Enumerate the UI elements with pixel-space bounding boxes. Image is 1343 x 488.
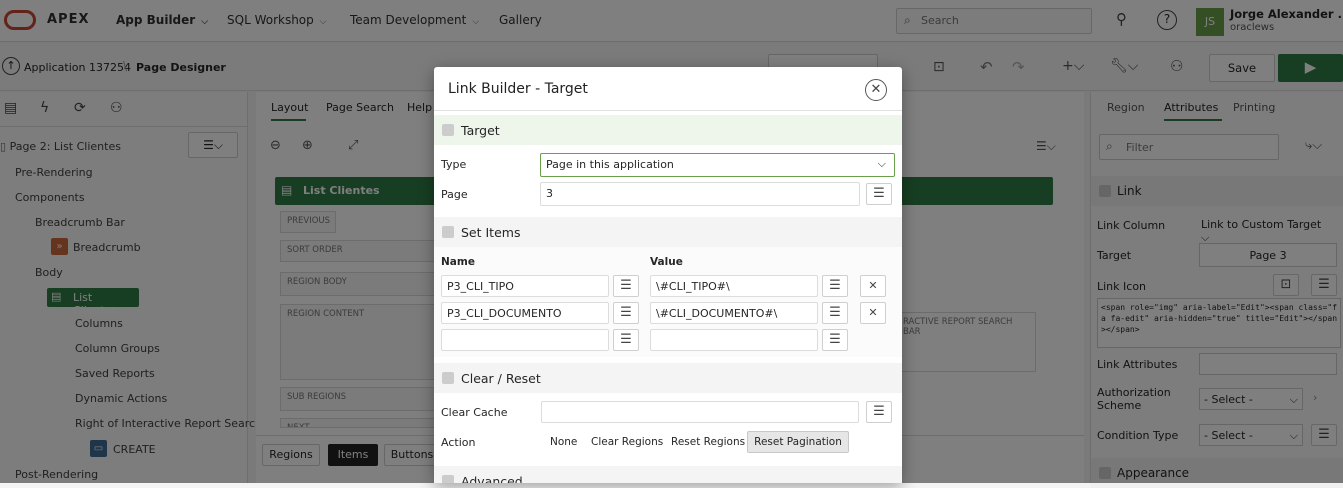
- section-set-items-header[interactable]: Set Items: [434, 217, 902, 247]
- collapse-icon: [442, 124, 454, 136]
- section-advanced-header[interactable]: Advanced: [434, 466, 902, 483]
- action-none[interactable]: None: [550, 436, 577, 448]
- page-list-icon[interactable]: ☰: [866, 183, 892, 205]
- page-input[interactable]: 3: [540, 182, 860, 206]
- action-clear-regions[interactable]: Clear Regions: [591, 436, 663, 448]
- clear-cache-input[interactable]: [541, 401, 859, 423]
- list-icon[interactable]: ☰: [822, 275, 848, 297]
- type-label: Type: [441, 158, 467, 171]
- item-name-input[interactable]: P3_CLI_TIPO: [441, 275, 609, 297]
- list-icon[interactable]: ☰: [822, 329, 848, 351]
- clear-cache-label: Clear Cache: [441, 406, 508, 419]
- list-icon[interactable]: ☰: [613, 302, 639, 324]
- section-clear-reset-header[interactable]: Clear / Reset: [434, 363, 902, 393]
- item-value-input[interactable]: [650, 329, 818, 351]
- list-icon[interactable]: ☰: [866, 401, 892, 423]
- expand-icon: [442, 475, 454, 483]
- item-name-input[interactable]: P3_CLI_DOCUMENTO: [441, 302, 609, 324]
- action-label: Action: [441, 436, 476, 449]
- divider: [434, 110, 902, 111]
- item-value-input[interactable]: \#CLI_TIPO#\: [650, 275, 818, 297]
- action-reset-regions[interactable]: Reset Regions: [671, 436, 745, 448]
- value-column-header: Value: [650, 256, 683, 268]
- action-reset-pagination[interactable]: Reset Pagination: [747, 431, 849, 453]
- remove-row-icon[interactable]: ✕: [860, 275, 886, 297]
- collapse-icon: [442, 372, 454, 384]
- section-target-header[interactable]: Target: [434, 115, 902, 145]
- type-select[interactable]: Page in this application ⌵: [540, 153, 895, 177]
- chevron-down-icon: ⌵: [877, 157, 886, 170]
- remove-row-icon[interactable]: ✕: [860, 302, 886, 324]
- item-name-input[interactable]: [441, 329, 609, 351]
- collapse-icon: [442, 226, 454, 238]
- list-icon[interactable]: ☰: [613, 275, 639, 297]
- item-value-input[interactable]: \#CLI_DOCUMENTO#\: [650, 302, 818, 324]
- dialog-title: Link Builder - Target: [448, 81, 588, 97]
- link-builder-dialog: Link Builder - Target ✕ Target Type Page…: [434, 67, 902, 483]
- name-column-header: Name: [441, 256, 475, 268]
- list-icon[interactable]: ☰: [613, 329, 639, 351]
- page-label: Page: [441, 188, 468, 201]
- close-icon[interactable]: ✕: [865, 79, 887, 101]
- list-icon[interactable]: ☰: [822, 302, 848, 324]
